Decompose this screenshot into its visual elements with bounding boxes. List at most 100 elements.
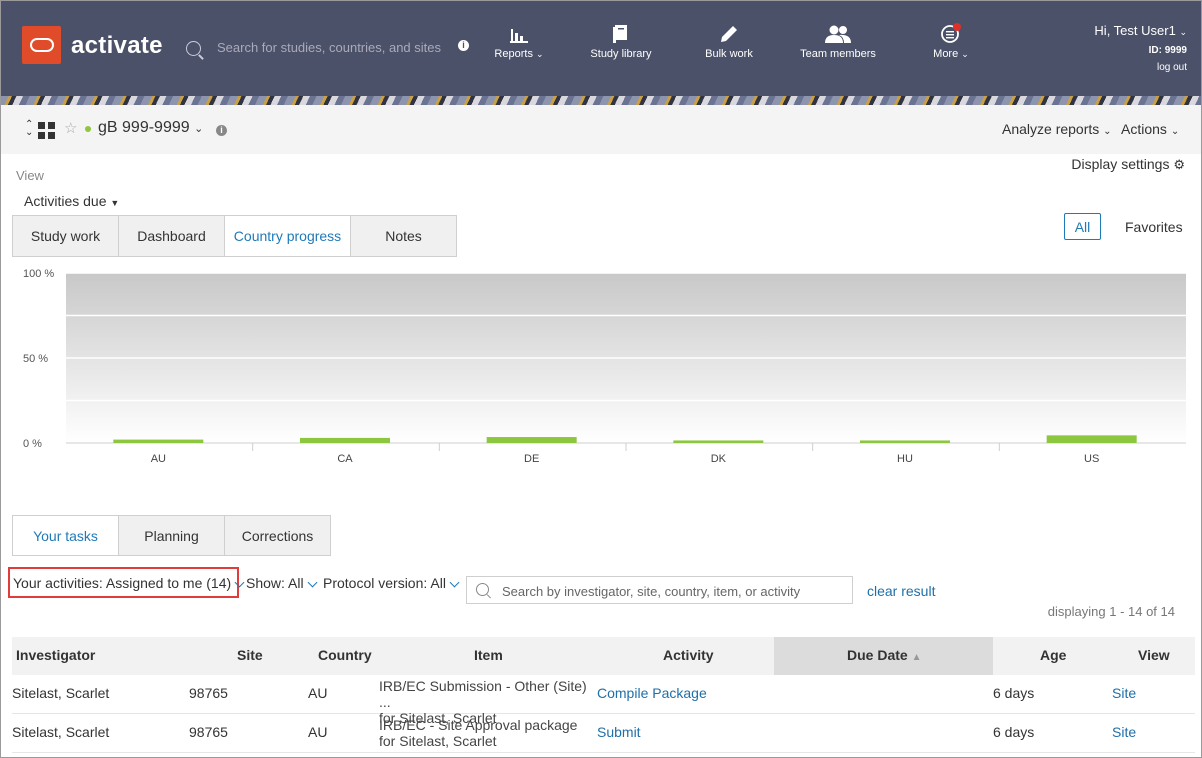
column-header-item[interactable]: Item [474, 647, 503, 663]
view-site-link[interactable]: Site [1112, 724, 1136, 740]
your-activities-filter[interactable]: Your activities: Assigned to me (14) [13, 575, 245, 591]
chevron-down-icon: ⌄ [536, 49, 544, 59]
grid-icon[interactable] [38, 122, 55, 139]
view-label: View [16, 168, 44, 183]
cell-item-line2: for Sitelast, Scarlet [379, 733, 497, 749]
nav-team-members[interactable]: Team members [797, 21, 879, 60]
show-filter-label: Show: All [246, 575, 304, 591]
task-search-box [466, 576, 853, 604]
list-alert-icon [929, 21, 973, 43]
study-info-icon[interactable]: i [216, 125, 227, 136]
book-icon [586, 21, 656, 43]
column-header-site[interactable]: Site [237, 647, 263, 663]
tab-study-work[interactable]: Study work [13, 216, 119, 256]
nav-more[interactable]: More ⌄ [929, 21, 973, 60]
chevron-down-icon [449, 577, 460, 588]
activity-link[interactable]: Compile Package [597, 685, 707, 701]
column-header-age[interactable]: Age [1040, 647, 1066, 663]
analyze-reports-menu[interactable]: Analyze reports ⌄ [1002, 121, 1112, 137]
column-header-activity[interactable]: Activity [663, 647, 714, 663]
brand-name: activate [71, 32, 163, 59]
show-filter[interactable]: Show: All [246, 575, 318, 591]
view-site-link[interactable]: Site [1112, 685, 1136, 701]
app-window: activate Search for studies, countries, … [0, 0, 1202, 758]
status-dot [85, 126, 91, 132]
global-search-input[interactable]: Search for studies, countries, and sites [217, 40, 441, 55]
protocol-version-filter[interactable]: Protocol version: All [323, 575, 460, 591]
oracle-logo-icon[interactable] [22, 26, 61, 64]
clear-result-link[interactable]: clear result [867, 583, 935, 599]
cell-site: 98765 [189, 685, 228, 701]
chevron-down-icon: ⌄ [1103, 126, 1112, 137]
cell-country: AU [308, 724, 328, 740]
search-info-icon[interactable]: i [458, 40, 469, 51]
tab-dashboard[interactable]: Dashboard [119, 216, 225, 256]
activities-due-dropdown[interactable]: Activities due ▼ [24, 193, 119, 209]
country-progress-chart: 0 % 50 % 100 % AU CA DE DK HU US [1, 263, 1201, 473]
display-settings-label: Display settings [1071, 156, 1170, 172]
chevron-down-icon: ⌄ [1179, 27, 1187, 37]
sort-arrows-icon[interactable]: ⌃ ⌄ [25, 120, 33, 138]
nav-study-library[interactable]: Study library [586, 21, 656, 60]
cell-investigator: Sitelast, Scarlet [12, 724, 110, 740]
bar-hu [860, 440, 950, 443]
table-row: Sitelast, Scarlet 98765 AU IRB/EC Submis… [12, 675, 1195, 726]
cell-item-line1: IRB/EC Submission - Other (Site) ... [379, 678, 587, 710]
nav-reports-label: Reports [494, 48, 533, 60]
sort-up-icon: ▲ [911, 652, 922, 663]
study-bar: ⌃ ⌄ ☆ gB 999-9999 ⌄ i Analyze reports ⌄ A… [1, 105, 1201, 154]
table-row: Sitelast, Scarlet 98765 AU IRB/EC - Site… [12, 714, 1195, 753]
display-settings-button[interactable]: Display settings ⚙ [1071, 156, 1185, 173]
nav-more-label: More [933, 48, 959, 60]
favorite-star-icon[interactable]: ☆ [64, 119, 77, 137]
column-header-view[interactable]: View [1138, 647, 1170, 663]
column-header-investigator[interactable]: Investigator [16, 647, 95, 663]
search-icon[interactable] [186, 41, 201, 56]
cell-item-line1: IRB/EC - Site Approval package [379, 717, 578, 733]
bar-chart-icon [491, 21, 547, 43]
tab-your-tasks[interactable]: Your tasks [13, 516, 119, 555]
nav-bulk-work[interactable]: Bulk work [701, 21, 757, 60]
nav-bulk-work-label: Bulk work [705, 48, 753, 60]
result-count: displaying 1 - 14 of 14 [1047, 604, 1175, 619]
chevron-down-icon: ⌄ [961, 49, 969, 59]
column-header-country[interactable]: Country [318, 647, 372, 663]
study-selector[interactable]: gB 999-9999 ⌄ [98, 119, 203, 137]
tab-country-progress[interactable]: Country progress [225, 216, 351, 256]
pencil-icon [701, 21, 757, 43]
bar-ca [300, 437, 390, 443]
filter-all-button[interactable]: All [1064, 213, 1101, 240]
nav-reports[interactable]: Reports ⌄ [491, 21, 547, 60]
actions-menu[interactable]: Actions ⌄ [1121, 121, 1179, 137]
header-pattern-banner [1, 96, 1201, 105]
column-header-due-date[interactable]: Due Date ▲ [847, 647, 921, 663]
due-date-label: Due Date [847, 647, 908, 663]
nav-study-library-label: Study library [590, 48, 652, 60]
tab-notes[interactable]: Notes [351, 216, 456, 256]
tab-planning[interactable]: Planning [119, 516, 225, 555]
cell-country: AU [308, 685, 328, 701]
logout-link[interactable]: log out [1094, 62, 1187, 73]
tab-corrections[interactable]: Corrections [225, 516, 330, 555]
task-search-input[interactable] [500, 581, 844, 601]
bar-us [1046, 435, 1137, 443]
chevron-down-icon [234, 577, 245, 588]
bar-dk [673, 440, 764, 443]
user-greeting[interactable]: Hi, Test User1 [1094, 23, 1175, 38]
bar-de [486, 437, 577, 443]
task-tabs: Your tasks Planning Corrections [12, 515, 331, 556]
activity-link[interactable]: Submit [597, 724, 641, 740]
table-header: Investigator Site Country Item Activity … [12, 637, 1195, 675]
y-tick-label: 0 % [23, 438, 42, 450]
chart-svg: 0 % 50 % 100 % AU CA DE DK HU US [23, 268, 1186, 465]
y-tick-label: 100 % [23, 268, 54, 280]
x-tick-label: DE [524, 453, 539, 465]
view-tabs: Study work Dashboard Country progress No… [12, 215, 457, 257]
caret-down-icon: ▼ [110, 198, 120, 208]
analyze-reports-label: Analyze reports [1002, 121, 1100, 137]
cell-item: IRB/EC - Site Approval package for Sitel… [379, 717, 599, 749]
user-menu[interactable]: Hi, Test User1 ⌄ ID: 9999 log out [1094, 23, 1187, 73]
filter-favorites-button[interactable]: Favorites [1125, 219, 1183, 235]
x-tick-label: DK [711, 453, 727, 465]
actions-label: Actions [1121, 121, 1167, 137]
